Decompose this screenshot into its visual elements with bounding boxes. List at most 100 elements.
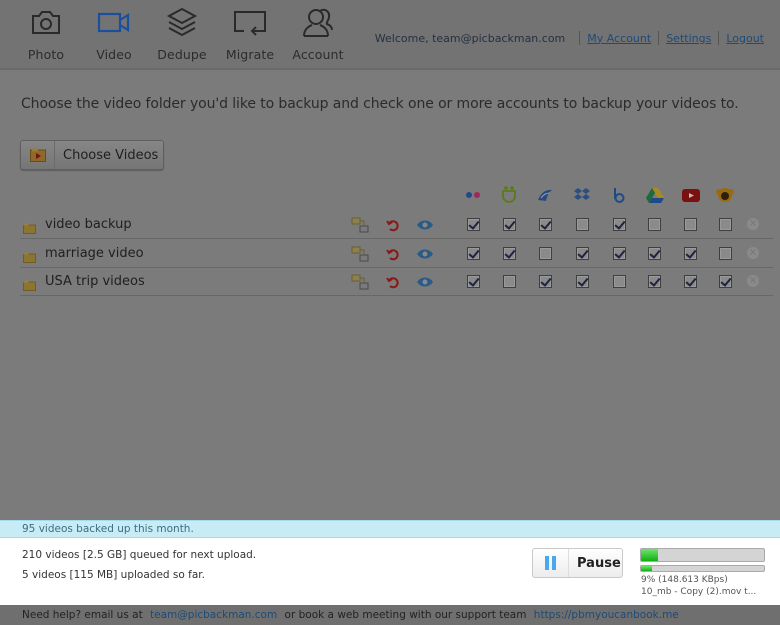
- footer-help-text: Need help? email us at: [22, 609, 143, 621]
- checkbox-pic-monkey[interactable]: [719, 275, 732, 288]
- checkbox-box[interactable]: [613, 275, 626, 288]
- video-folder-icon: [21, 141, 55, 169]
- checkbox-google-drive[interactable]: [648, 218, 661, 231]
- folder-icon: [23, 248, 36, 267]
- checkbox-zenfolio[interactable]: [539, 247, 552, 260]
- camera-icon: [32, 11, 60, 34]
- service-header: [0, 186, 780, 206]
- sync-structure-icon[interactable]: [351, 246, 369, 262]
- checkbox-smugmug[interactable]: [503, 247, 516, 260]
- support-email-link[interactable]: team@picbackman.com: [150, 609, 277, 621]
- remove-folder-icon[interactable]: ×: [747, 218, 759, 230]
- reset-icon[interactable]: [384, 217, 402, 233]
- nav-migrate[interactable]: Migrate: [216, 6, 284, 62]
- checkbox-google-drive[interactable]: [648, 247, 661, 260]
- checkbox-youtube[interactable]: [684, 247, 697, 260]
- upload-speed: 9% (148.613 KBps): [641, 575, 728, 585]
- checkbox-zenfolio[interactable]: [539, 275, 552, 288]
- checkbox-dropbox[interactable]: [576, 218, 589, 231]
- zenfolio-icon: [536, 186, 554, 204]
- view-icon[interactable]: [416, 217, 434, 233]
- checkbox-flickr[interactable]: [467, 247, 480, 260]
- file-progress-bar: [640, 565, 765, 572]
- my-account-link[interactable]: My Account: [587, 32, 651, 45]
- monkey-icon: [716, 186, 734, 204]
- folder-name: video backup: [45, 217, 132, 232]
- layers-icon: [166, 7, 198, 37]
- nav-photo-label: Photo: [27, 47, 65, 62]
- sync-structure-icon[interactable]: [351, 217, 369, 233]
- smugmug-icon: [500, 186, 518, 204]
- settings-link[interactable]: Settings: [666, 32, 711, 45]
- reset-icon[interactable]: [384, 274, 402, 290]
- checkbox-pic-monkey[interactable]: [719, 247, 732, 260]
- nav-video[interactable]: Video: [80, 6, 148, 62]
- choose-videos-label: Choose Videos: [63, 147, 159, 163]
- view-icon[interactable]: [416, 274, 434, 290]
- user-bar: Welcome, team@picbackman.com My Account …: [375, 31, 764, 45]
- app-header: Photo Video Dedupe Migrate Account Welco…: [0, 0, 780, 70]
- checkbox-smugmug[interactable]: [503, 275, 516, 288]
- current-file: 10_mb - Copy (2).mov t...: [641, 587, 757, 597]
- folder-icon: [23, 276, 36, 295]
- nav-migrate-label: Migrate: [225, 47, 275, 62]
- booking-link[interactable]: https://pbmyoucanbook.me: [534, 609, 679, 621]
- dropbox-icon: [573, 186, 591, 204]
- sync-structure-icon[interactable]: [351, 274, 369, 290]
- file-progress-fill: [641, 566, 653, 571]
- folder-name: USA trip videos: [45, 274, 145, 289]
- footer: Need help? email us at team@picbackman.c…: [0, 605, 780, 625]
- divider: [579, 31, 581, 45]
- queued-text: 210 videos [2.5 GB] queued for next uplo…: [22, 549, 257, 561]
- checkbox-dropbox[interactable]: [576, 275, 589, 288]
- reset-icon[interactable]: [384, 246, 402, 262]
- nav-video-label: Video: [96, 47, 132, 62]
- checkbox-box[interactable]: [613, 218, 626, 231]
- overall-progress-bar: [640, 548, 765, 562]
- welcome-text: Welcome, team@picbackman.com: [374, 31, 566, 45]
- nav-dedupe-label: Dedupe: [157, 47, 207, 62]
- checkbox-youtube[interactable]: [684, 218, 697, 231]
- overall-progress-fill: [641, 549, 659, 561]
- checkbox-youtube[interactable]: [684, 275, 697, 288]
- instructions-text: Choose the video folder you'd like to ba…: [21, 96, 739, 112]
- migrate-icon: [234, 11, 266, 36]
- checkbox-google-drive[interactable]: [648, 275, 661, 288]
- nav-dedupe[interactable]: Dedupe: [148, 6, 216, 62]
- nav-photo[interactable]: Photo: [12, 6, 80, 62]
- checkbox-smugmug[interactable]: [503, 218, 516, 231]
- checkbox-dropbox[interactable]: [576, 247, 589, 260]
- checkbox-flickr[interactable]: [467, 218, 480, 231]
- pause-label: Pause: [577, 555, 621, 571]
- upload-panel: 210 videos [2.5 GB] queued for next uplo…: [0, 538, 780, 605]
- folder-name: marriage video: [45, 246, 144, 261]
- folder-row: video backup ×: [20, 211, 773, 239]
- view-icon[interactable]: [416, 246, 434, 262]
- flickr-icon: [464, 186, 482, 204]
- choose-videos-button[interactable]: Choose Videos: [20, 140, 164, 170]
- checkbox-flickr[interactable]: [467, 275, 480, 288]
- google-drive-icon: [646, 186, 664, 204]
- checkbox-zenfolio[interactable]: [539, 218, 552, 231]
- folder-row: USA trip videos ×: [20, 268, 773, 296]
- box-icon: [610, 186, 628, 204]
- divider: [718, 31, 720, 45]
- remove-folder-icon[interactable]: ×: [747, 247, 759, 259]
- uploaded-text: 5 videos [115 MB] uploaded so far.: [22, 569, 205, 581]
- footer-meeting-text: or book a web meeting with our support t…: [284, 609, 527, 621]
- checkbox-pic-monkey[interactable]: [719, 218, 732, 231]
- nav-account[interactable]: Account: [284, 6, 352, 62]
- pause-icon: [533, 549, 569, 577]
- folder-icon: [23, 219, 36, 238]
- main-nav: Photo Video Dedupe Migrate Account: [12, 6, 352, 62]
- remove-folder-icon[interactable]: ×: [747, 275, 759, 287]
- pause-button[interactable]: Pause: [532, 548, 623, 578]
- divider: [658, 31, 660, 45]
- logout-link[interactable]: Logout: [726, 32, 764, 45]
- youtube-icon: [682, 186, 700, 204]
- users-icon: [303, 8, 333, 37]
- checkbox-box[interactable]: [613, 247, 626, 260]
- folder-row: marriage video ×: [20, 240, 773, 268]
- monthly-status-bar: 95 videos backed up this month.: [0, 520, 780, 538]
- nav-account-label: Account: [292, 47, 344, 62]
